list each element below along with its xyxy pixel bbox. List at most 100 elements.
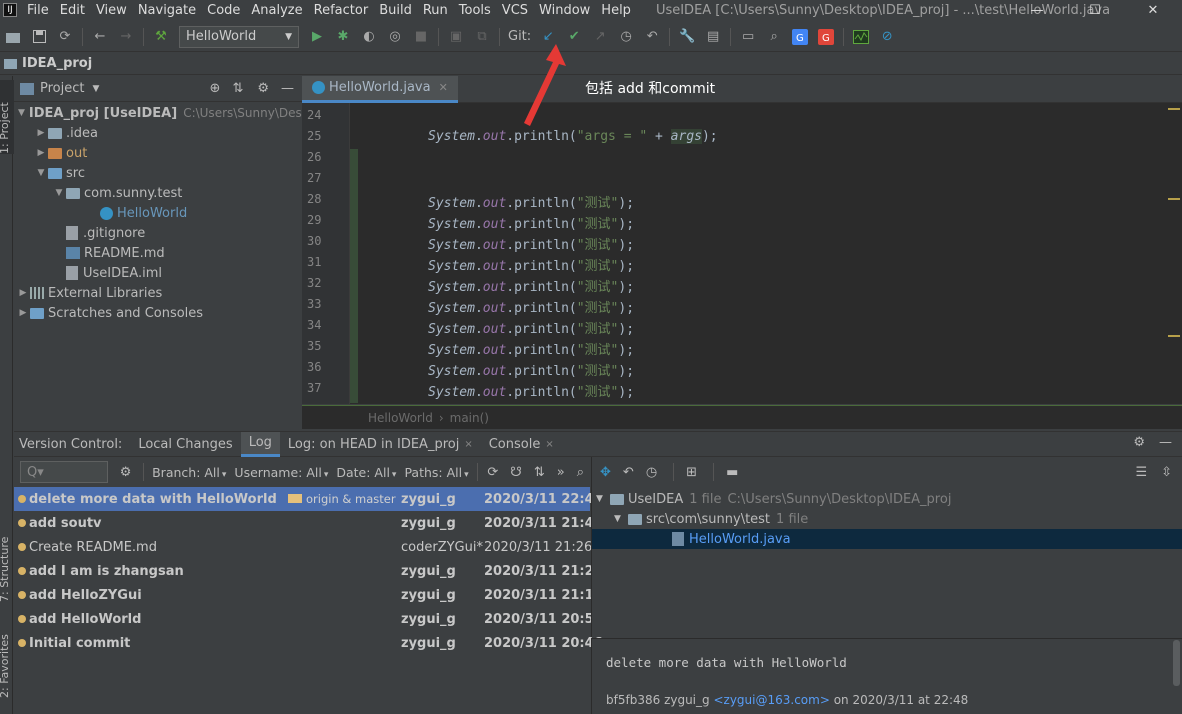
- run-configuration-select[interactable]: HelloWorld ▼: [179, 25, 299, 48]
- log-search-input[interactable]: Q▾: [20, 461, 108, 483]
- collapse-all-icon[interactable]: ⇅: [232, 81, 243, 96]
- chevron-right-icon[interactable]: ▶: [34, 128, 48, 138]
- commit-row[interactable]: delete more data with HelloWorld origin &…: [14, 487, 603, 511]
- close-tab-icon[interactable]: ×: [464, 439, 472, 450]
- commit-row[interactable]: add HelloWorld zygui_g 2020/3/11 20:53: [14, 607, 603, 631]
- log-filter-dropdown[interactable]: Branch: All ▾: [152, 465, 226, 480]
- expand-all-icon[interactable]: ☰: [1135, 465, 1147, 480]
- favorites-tool-tab[interactable]: 2: Favorites: [0, 628, 14, 698]
- build-hammer-icon[interactable]: ⚒: [153, 29, 169, 45]
- tree-item[interactable]: ▶ Scratches and Consoles: [14, 303, 302, 323]
- check-circle-icon[interactable]: ⊘: [879, 29, 895, 45]
- chevron-down-icon[interactable]: ▼: [92, 84, 99, 94]
- git-push-icon[interactable]: ↗: [592, 29, 608, 45]
- save-icon[interactable]: [31, 29, 47, 45]
- breadcrumb-project[interactable]: IDEA_proj: [22, 56, 92, 71]
- back-icon[interactable]: ←: [92, 29, 108, 45]
- tree-item[interactable]: .gitignore: [14, 223, 302, 243]
- menu-build[interactable]: Build: [379, 3, 412, 18]
- minimize-button[interactable]: —: [1008, 3, 1066, 18]
- tree-item[interactable]: ▼ src: [14, 163, 302, 183]
- git-commit-check-icon[interactable]: ✔: [566, 29, 582, 45]
- attach-debugger-icon[interactable]: ▣: [448, 29, 464, 45]
- vc-tab[interactable]: Log: [240, 431, 280, 457]
- debug-icon[interactable]: ✱: [335, 29, 351, 45]
- menu-navigate[interactable]: Navigate: [138, 3, 196, 18]
- group-by-icon[interactable]: ⊞: [686, 465, 697, 480]
- tree-item[interactable]: ▼ IDEA_proj [UseIDEA] C:\Users\Sunny\Desk: [14, 103, 309, 123]
- commit-row[interactable]: add I am is zhangsan zygui_g 2020/3/11 21:…: [14, 559, 603, 583]
- run-icon[interactable]: ▶: [309, 29, 325, 45]
- marker-stripe[interactable]: [1168, 335, 1180, 337]
- translate-alt-icon[interactable]: G: [818, 28, 835, 45]
- vc-tab[interactable]: Log: on HEAD in IDEA_proj ×: [280, 432, 481, 457]
- menu-help[interactable]: Help: [601, 3, 631, 18]
- close-tab-icon[interactable]: ×: [545, 439, 553, 450]
- tree-item[interactable]: ▼ com.sunny.test: [14, 183, 302, 203]
- menu-edit[interactable]: Edit: [60, 3, 85, 18]
- locate-icon[interactable]: ⊕: [210, 81, 221, 96]
- tree-item[interactable]: HelloWorld: [14, 203, 302, 223]
- sort-icon[interactable]: ⇅: [534, 465, 545, 480]
- refresh-icon[interactable]: ⟳: [487, 465, 498, 480]
- search-icon[interactable]: ⌕: [766, 29, 782, 45]
- menu-refactor[interactable]: Refactor: [314, 3, 369, 18]
- stop-icon[interactable]: ■: [413, 29, 429, 45]
- settings-wrench-icon[interactable]: 🔧: [679, 29, 695, 45]
- menu-window[interactable]: Window: [539, 3, 590, 18]
- chevron-down-icon[interactable]: ▼: [34, 168, 48, 178]
- log-filter-dropdown[interactable]: Paths: All ▾: [404, 465, 468, 480]
- commit-row[interactable]: add HelloZYGui zygui_g 2020/3/11 21:16: [14, 583, 603, 607]
- more-icon[interactable]: »: [557, 465, 565, 480]
- tree-item[interactable]: ▶ External Libraries: [14, 283, 302, 303]
- hide-panel-icon[interactable]: —: [281, 81, 294, 96]
- collapse-all-icon[interactable]: ⇳: [1161, 465, 1172, 480]
- vc-tab[interactable]: Console ×: [481, 432, 562, 457]
- git-update-icon[interactable]: ↙: [540, 29, 556, 45]
- menu-vcs[interactable]: VCS: [502, 3, 528, 18]
- chevron-right-icon[interactable]: ▶: [16, 288, 30, 298]
- log-settings-gear-icon[interactable]: ⚙: [120, 465, 132, 480]
- code-editor[interactable]: 24 25 26 27 28 29 30 31 32 33 34 35 36 37 System.out.…: [302, 103, 1182, 404]
- chevron-right-icon[interactable]: ▶: [34, 148, 48, 158]
- changed-file-row[interactable]: ▼ UseIDEA 1 file C:\Users\Sunny\Desktop\IDE…: [592, 489, 1182, 509]
- gear-icon[interactable]: ⚙: [1133, 435, 1145, 450]
- project-view-label[interactable]: Project: [40, 81, 84, 96]
- gear-icon[interactable]: ⚙: [257, 81, 269, 96]
- commit-row[interactable]: Create README.md coderZYGui* 2020/3/11 21:…: [14, 535, 592, 559]
- commit-email[interactable]: <zygui@163.com>: [713, 693, 829, 707]
- commit-row[interactable]: add soutv zygui_g 2020/3/11 21:43: [14, 511, 603, 535]
- log-filter-dropdown[interactable]: Username: All ▾: [234, 465, 328, 480]
- sync-icon[interactable]: ⟳: [57, 29, 73, 45]
- menu-run[interactable]: Run: [423, 3, 448, 18]
- forward-icon[interactable]: →: [118, 29, 134, 45]
- editor-tab-helloworld[interactable]: HelloWorld.java ✕: [302, 75, 458, 103]
- terminal-icon[interactable]: ▭: [740, 29, 756, 45]
- crumb-method[interactable]: main(): [450, 411, 489, 425]
- commit-row[interactable]: Initial commit zygui_g 2020/3/11 20:46: [14, 631, 603, 655]
- chevron-down-icon[interactable]: ▼: [614, 514, 628, 524]
- profile-icon[interactable]: ◎: [387, 29, 403, 45]
- marker-stripe[interactable]: [1168, 108, 1180, 110]
- tree-item[interactable]: ▶ out: [14, 143, 302, 163]
- revert-icon[interactable]: ↶: [623, 465, 634, 480]
- menu-code[interactable]: Code: [207, 3, 240, 18]
- maximize-button[interactable]: ☐: [1066, 3, 1124, 18]
- project-tool-tab[interactable]: 1: Project: [0, 80, 14, 154]
- vc-tab[interactable]: Local Changes: [130, 432, 240, 457]
- close-window-button[interactable]: ✕: [1124, 3, 1182, 18]
- tree-item[interactable]: UseIDEA.iml: [14, 263, 302, 283]
- changed-file-row[interactable]: HelloWorld.java: [592, 529, 1182, 549]
- menu-tools[interactable]: Tools: [459, 3, 491, 18]
- monitor-icon[interactable]: [853, 29, 870, 45]
- menu-view[interactable]: View: [96, 3, 127, 18]
- commit-hash[interactable]: bf5fb386: [606, 693, 660, 707]
- history-icon[interactable]: ◷: [618, 29, 634, 45]
- project-structure-icon[interactable]: ▤: [705, 29, 721, 45]
- marker-stripe[interactable]: [1168, 198, 1180, 200]
- open-folder-icon[interactable]: [5, 29, 21, 45]
- menu-file[interactable]: File: [27, 3, 49, 18]
- chevron-down-icon[interactable]: ▼: [18, 108, 25, 118]
- log-filter-dropdown[interactable]: Date: All ▾: [336, 465, 396, 480]
- show-diff-icon[interactable]: ✥: [600, 465, 611, 480]
